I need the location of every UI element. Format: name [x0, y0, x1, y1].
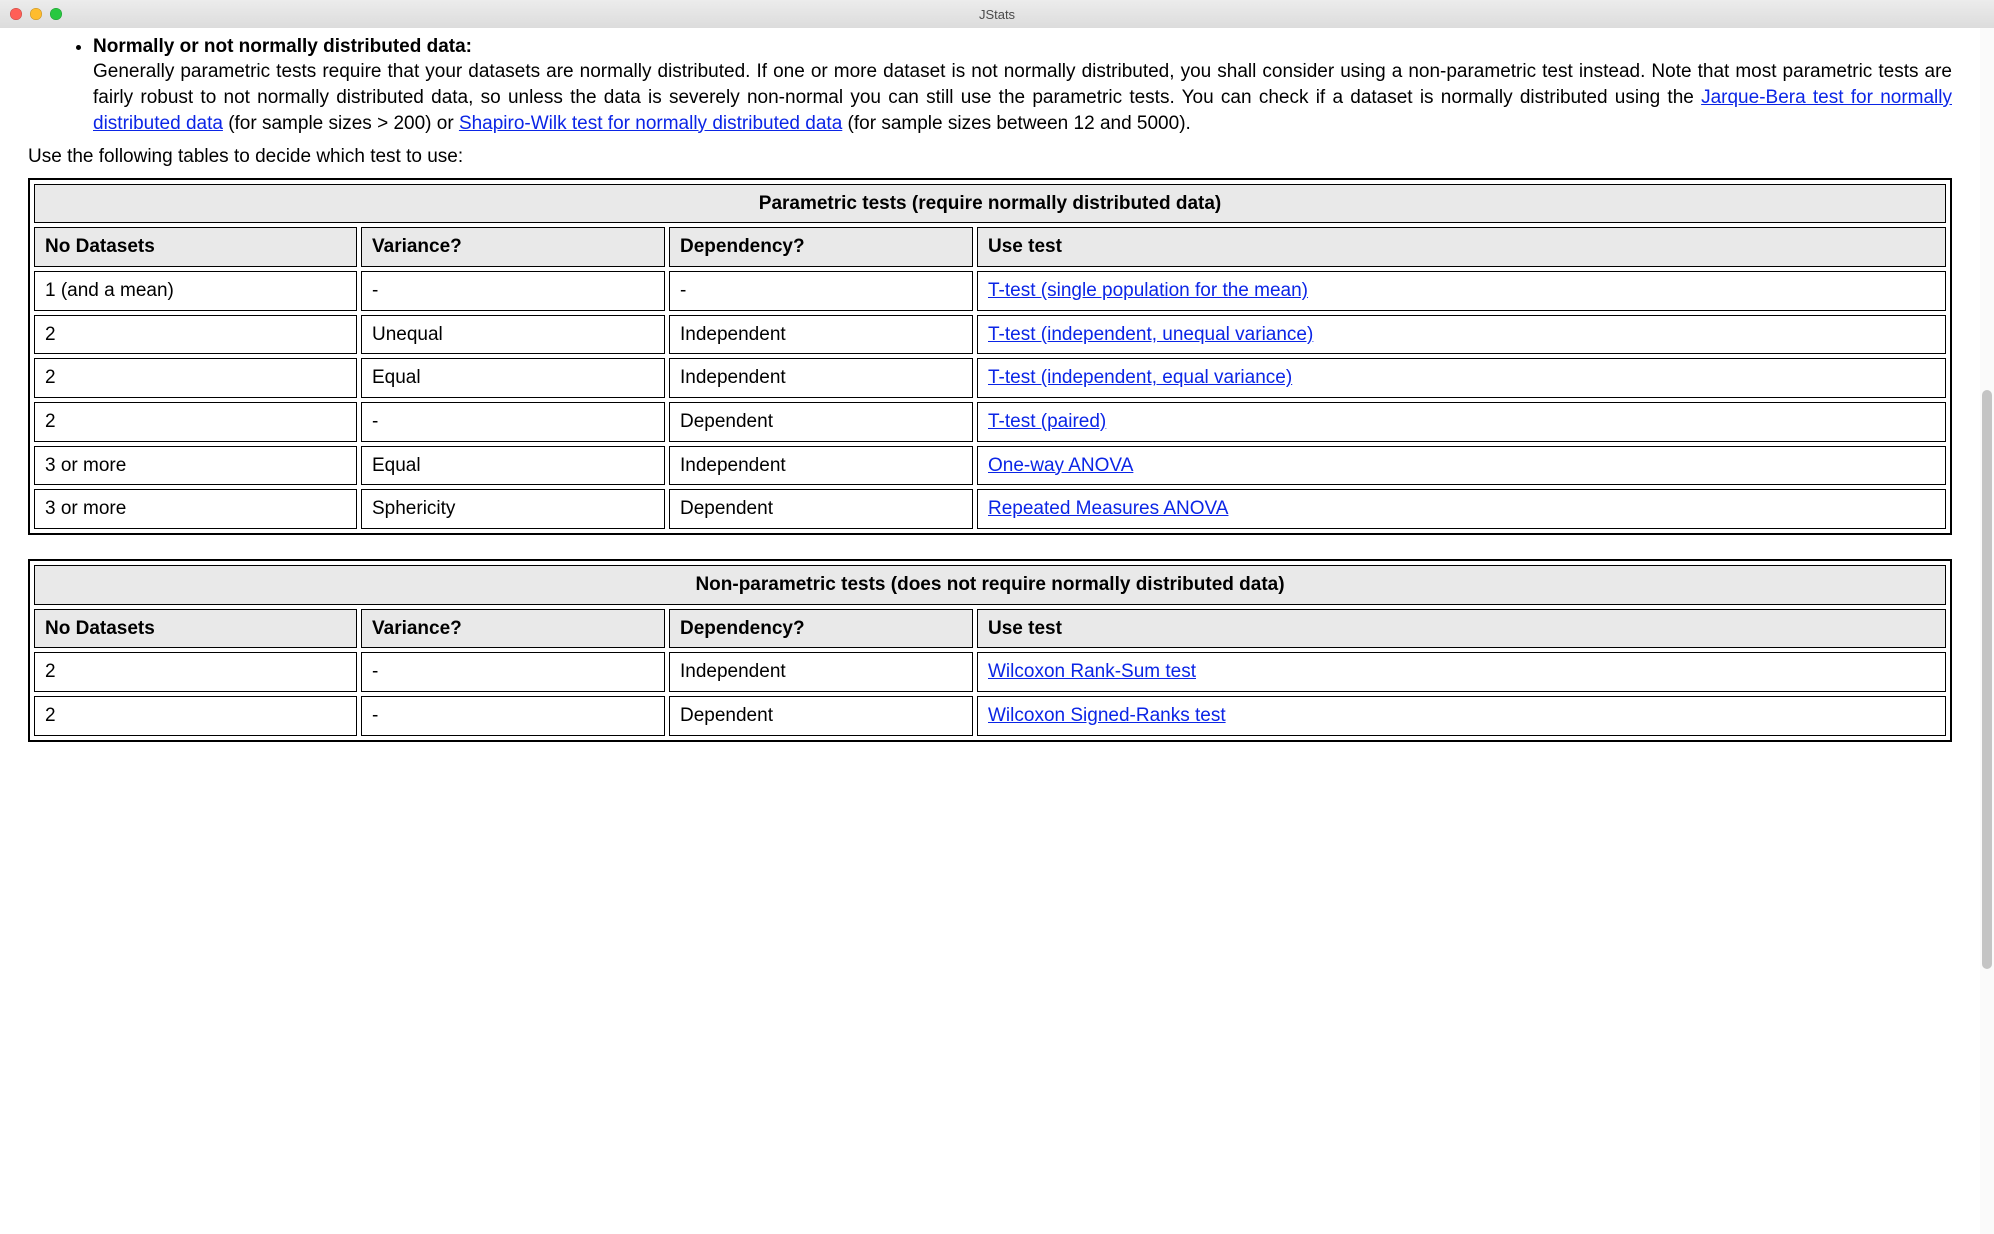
cell-dep: Dependent: [669, 696, 973, 736]
col-header-use-test: Use test: [977, 227, 1946, 267]
cell-var: -: [361, 271, 665, 311]
col-header-variance: Variance?: [361, 609, 665, 649]
cell-dep: -: [669, 271, 973, 311]
col-header-dependency: Dependency?: [669, 227, 973, 267]
cell-n: 2: [34, 315, 357, 355]
cell-n: 3 or more: [34, 489, 357, 529]
cell-dep: Independent: [669, 358, 973, 398]
nonparametric-tests-table: Non-parametric tests (does not require n…: [28, 559, 1952, 742]
cell-n: 2: [34, 696, 357, 736]
link-test[interactable]: T-test (single population for the mean): [988, 280, 1308, 301]
cell-var: -: [361, 652, 665, 692]
col-header-dependency: Dependency?: [669, 609, 973, 649]
cell-var: -: [361, 696, 665, 736]
document-body: variances instead. In case of Repeated M…: [0, 28, 1980, 742]
cell-dep: Independent: [669, 652, 973, 692]
text-fragment: (for sample sizes > 200) or: [223, 113, 459, 134]
text-fragment: Generally parametric tests require that …: [93, 61, 1952, 108]
criteria-list: variances instead. In case of Repeated M…: [28, 28, 1952, 136]
table-header-row: No Datasets Variance? Dependency? Use te…: [34, 609, 1946, 649]
close-icon[interactable]: [10, 8, 22, 20]
col-header-no-datasets: No Datasets: [34, 227, 357, 267]
table-row: 1 (and a mean) - - T-test (single popula…: [34, 271, 1946, 311]
table-row: 2 - Dependent T-test (paired): [34, 402, 1946, 442]
list-item-equal-variance-tail: variances instead. In case of Repeated M…: [93, 28, 1952, 30]
window-titlebar: JStats: [0, 0, 1994, 29]
table-row: 2 Unequal Independent T-test (independen…: [34, 315, 1946, 355]
bullet-head-normal: Normally or not normally distributed dat…: [93, 36, 472, 57]
cell-var: Equal: [361, 446, 665, 486]
table-row: 3 or more Equal Independent One-way ANOV…: [34, 446, 1946, 486]
parametric-table-caption: Parametric tests (require normally distr…: [34, 184, 1946, 224]
link-test[interactable]: T-test (paired): [988, 411, 1106, 432]
col-header-use-test: Use test: [977, 609, 1946, 649]
table-header-row: No Datasets Variance? Dependency? Use te…: [34, 227, 1946, 267]
table-row: 2 Equal Independent T-test (independent,…: [34, 358, 1946, 398]
table-row: 2 - Dependent Wilcoxon Signed-Ranks test: [34, 696, 1946, 736]
table-row: 2 - Independent Wilcoxon Rank-Sum test: [34, 652, 1946, 692]
window-controls: [0, 8, 62, 20]
cell-n: 1 (and a mean): [34, 271, 357, 311]
minimize-icon[interactable]: [30, 8, 42, 20]
scrollbar-thumb[interactable]: [1982, 390, 1992, 969]
cell-var: Unequal: [361, 315, 665, 355]
cell-var: -: [361, 402, 665, 442]
tables-intro-text: Use the following tables to decide which…: [28, 144, 1952, 170]
cell-dep: Dependent: [669, 489, 973, 529]
content-viewport: variances instead. In case of Repeated M…: [0, 28, 1994, 1234]
cell-var: Equal: [361, 358, 665, 398]
cell-n: 2: [34, 358, 357, 398]
link-test[interactable]: Wilcoxon Rank-Sum test: [988, 661, 1196, 682]
link-test[interactable]: One-way ANOVA: [988, 455, 1133, 476]
cell-dep: Independent: [669, 315, 973, 355]
link-test[interactable]: Repeated Measures ANOVA: [988, 498, 1228, 519]
link-shapiro-wilk-test[interactable]: Shapiro-Wilk test for normally distribut…: [459, 113, 842, 134]
col-header-variance: Variance?: [361, 227, 665, 267]
link-test[interactable]: T-test (independent, equal variance): [988, 367, 1292, 388]
parametric-tests-table: Parametric tests (require normally distr…: [28, 178, 1952, 535]
document-scroll-area[interactable]: variances instead. In case of Repeated M…: [0, 28, 1980, 1234]
link-test[interactable]: Wilcoxon Signed-Ranks test: [988, 705, 1226, 726]
link-test[interactable]: T-test (independent, unequal variance): [988, 324, 1313, 345]
cell-dep: Dependent: [669, 402, 973, 442]
vertical-scrollbar[interactable]: [1980, 28, 1994, 1234]
zoom-icon[interactable]: [50, 8, 62, 20]
text-fragment: (for sample sizes between 12 and 5000).: [842, 113, 1191, 134]
col-header-no-datasets: No Datasets: [34, 609, 357, 649]
cell-var: Sphericity: [361, 489, 665, 529]
cell-n: 2: [34, 652, 357, 692]
cell-n: 2: [34, 402, 357, 442]
nonparametric-table-caption: Non-parametric tests (does not require n…: [34, 565, 1946, 605]
window-title: JStats: [0, 7, 1994, 22]
table-row: 3 or more Sphericity Dependent Repeated …: [34, 489, 1946, 529]
cell-dep: Independent: [669, 446, 973, 486]
cell-n: 3 or more: [34, 446, 357, 486]
list-item-normal-distribution: Normally or not normally distributed dat…: [93, 34, 1952, 137]
